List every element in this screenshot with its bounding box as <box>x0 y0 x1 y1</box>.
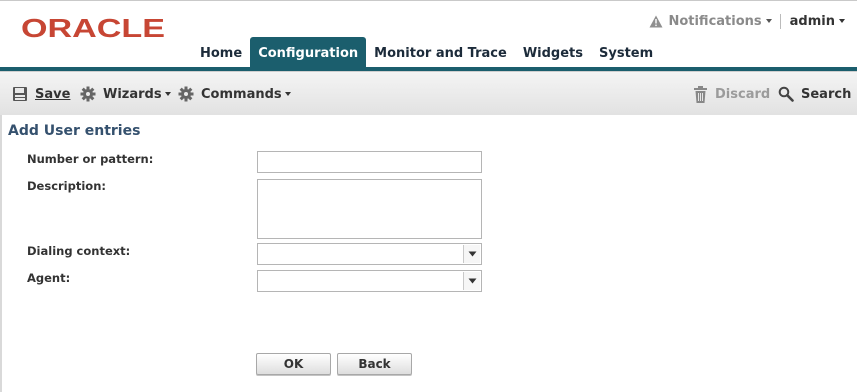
gear-icon <box>178 86 194 102</box>
discard-button[interactable]: Discard <box>693 72 770 116</box>
wizards-label: Wizards <box>103 86 162 102</box>
chevron-down-icon <box>463 245 480 263</box>
header-separator <box>779 13 781 29</box>
warning-icon <box>649 15 663 27</box>
main-nav: Home Configuration Monitor and Trace Wid… <box>192 37 661 67</box>
save-button[interactable]: Save <box>12 72 70 116</box>
notifications-label: Notifications <box>668 13 762 29</box>
chevron-down-icon <box>284 92 291 96</box>
gear-icon <box>80 86 96 102</box>
chevron-down-icon <box>765 19 772 23</box>
save-label: Save <box>35 86 71 102</box>
search-label: Search <box>801 86 852 102</box>
discard-label: Discard <box>715 86 771 102</box>
app-header: ORACLE Notifications admin Home Configur… <box>0 0 857 71</box>
dialing-context-label: Dialing context: <box>27 244 131 258</box>
tab-home[interactable]: Home <box>192 37 250 67</box>
description-label: Description: <box>27 179 106 193</box>
ok-button[interactable]: OK <box>256 353 331 375</box>
agent-select[interactable] <box>257 270 482 292</box>
save-icon <box>13 87 27 101</box>
header-top-border <box>0 0 857 1</box>
toolbar: Save Wizards Commands Discard Search <box>0 71 857 115</box>
page-title: Add User entries <box>8 123 141 139</box>
oracle-logo: ORACLE <box>21 16 167 40</box>
description-textarea[interactable] <box>257 179 482 239</box>
number-input[interactable] <box>257 151 482 173</box>
notifications-menu[interactable]: Notifications <box>649 13 772 29</box>
back-button[interactable]: Back <box>337 353 412 375</box>
tab-widgets[interactable]: Widgets <box>515 37 591 67</box>
chevron-down-icon <box>164 92 171 96</box>
wizards-menu[interactable]: Wizards <box>80 72 171 116</box>
user-name: admin <box>789 13 835 29</box>
number-label: Number or pattern: <box>27 152 154 166</box>
agent-label: Agent: <box>27 271 71 285</box>
tab-system[interactable]: System <box>591 37 661 67</box>
search-icon <box>778 86 794 102</box>
user-menu[interactable]: admin <box>790 14 845 29</box>
chevron-down-icon <box>839 19 845 23</box>
tab-configuration[interactable]: Configuration <box>250 37 367 67</box>
content-left-border <box>0 115 2 392</box>
search-button[interactable]: Search <box>778 72 851 116</box>
svg-text:ORACLE: ORACLE <box>21 16 165 40</box>
tab-monitor-and-trace[interactable]: Monitor and Trace <box>366 37 515 67</box>
chevron-down-icon <box>463 272 480 290</box>
trash-icon <box>694 85 707 103</box>
commands-label: Commands <box>201 86 282 102</box>
dialing-context-select[interactable] <box>257 243 482 265</box>
commands-menu[interactable]: Commands <box>178 72 291 116</box>
